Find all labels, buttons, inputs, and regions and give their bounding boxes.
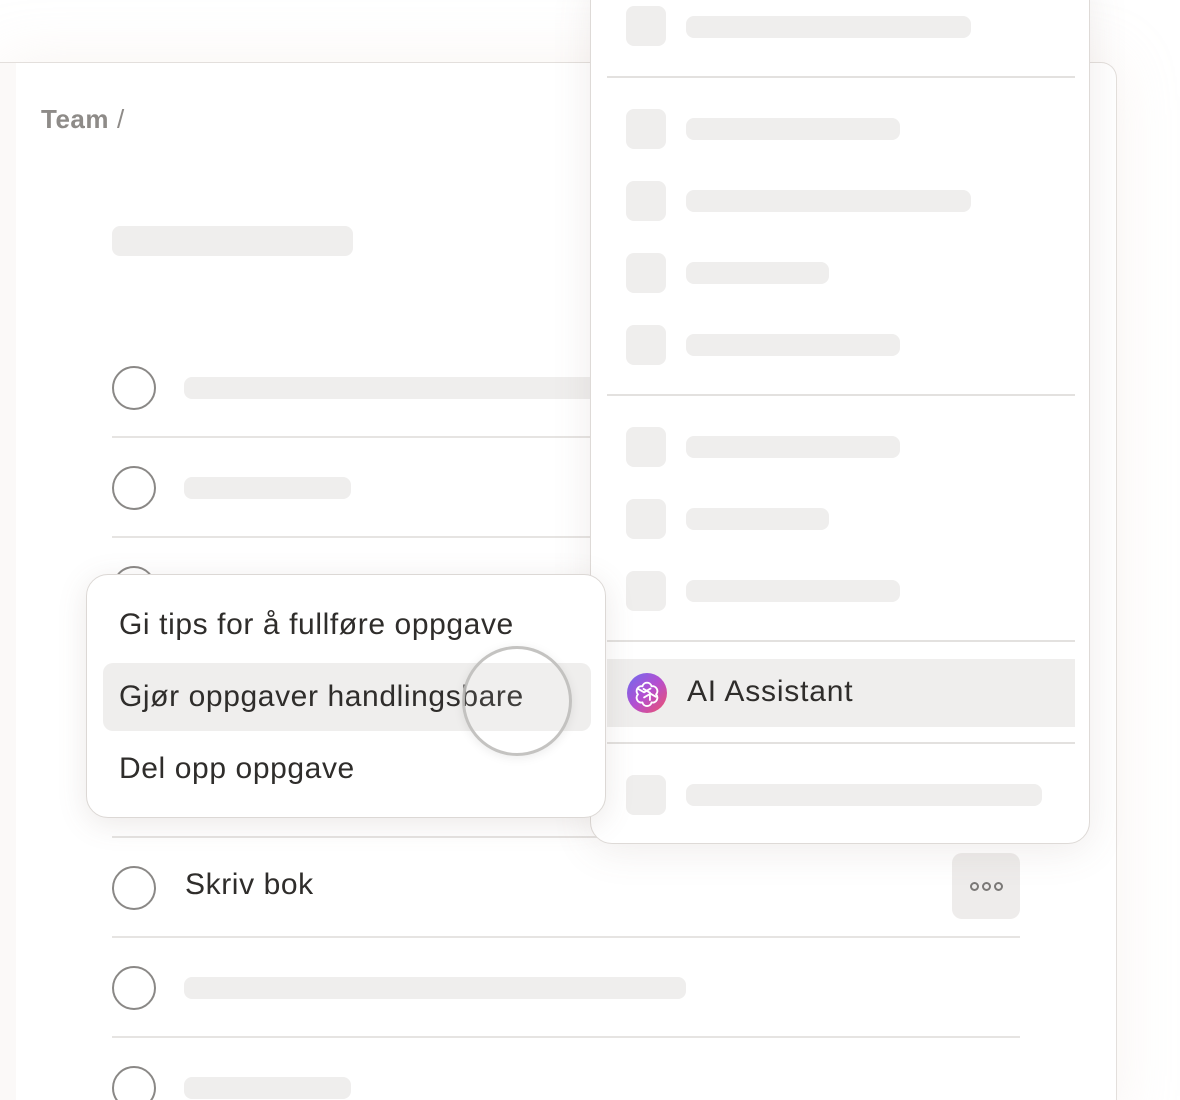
more-horizontal-icon — [969, 881, 979, 891]
menu-item-icon-placeholder — [626, 571, 666, 611]
task-checkbox[interactable] — [112, 366, 156, 410]
menu-item-icon-placeholder — [626, 427, 666, 467]
task-checkbox[interactable] — [112, 466, 156, 510]
task-divider — [112, 1036, 1020, 1038]
menu-item-label-placeholder — [686, 784, 1042, 806]
menu-item-icon-placeholder — [626, 181, 666, 221]
menu-item-label-placeholder — [686, 436, 900, 458]
menu-item-label-placeholder — [686, 190, 971, 212]
menu-item-icon-placeholder — [626, 6, 666, 46]
menu-item-label: AI Assistant — [687, 675, 854, 708]
menu-item-label-placeholder — [686, 334, 900, 356]
menu-divider — [607, 742, 1075, 744]
task-checkbox[interactable] — [112, 866, 156, 910]
breadcrumb[interactable]: Team / — [41, 104, 125, 135]
menu-item-label-placeholder — [686, 580, 900, 602]
menu-item-label-placeholder — [686, 508, 829, 530]
task-text-placeholder — [184, 477, 351, 499]
menu-item-icon-placeholder — [626, 325, 666, 365]
menu-item-icon-placeholder — [626, 775, 666, 815]
task-text-placeholder — [184, 377, 604, 399]
menu-item-ai-assistant[interactable]: AI Assistant — [607, 659, 1075, 727]
menu-divider — [607, 640, 1075, 642]
menu-divider — [607, 76, 1075, 78]
task-checkbox[interactable] — [112, 966, 156, 1010]
task-divider — [112, 936, 1020, 938]
task-title[interactable]: Skriv bok — [185, 868, 314, 902]
cursor-indicator — [462, 646, 572, 756]
menu-divider — [607, 394, 1075, 396]
more-horizontal-icon — [993, 881, 1003, 891]
task-more-button[interactable] — [952, 853, 1020, 919]
menu-item-icon-placeholder — [626, 109, 666, 149]
page-title-placeholder — [112, 226, 353, 256]
more-horizontal-icon — [981, 881, 991, 891]
task-options-dropdown: AI Assistant — [590, 0, 1090, 844]
menu-item-label-placeholder — [686, 262, 829, 284]
menu-item-label-placeholder — [686, 16, 971, 38]
task-text-placeholder — [184, 1077, 351, 1099]
task-text-placeholder — [184, 977, 686, 999]
openai-logo-icon — [627, 673, 667, 713]
menu-item-label-placeholder — [686, 118, 900, 140]
breadcrumb-team[interactable]: Team — [41, 104, 109, 134]
menu-item-icon-placeholder — [626, 499, 666, 539]
breadcrumb-separator: / — [117, 104, 125, 134]
menu-item-icon-placeholder — [626, 253, 666, 293]
app-stage: Team / Skriv bok AI Assistant Gi tips fo… — [0, 0, 1180, 1100]
